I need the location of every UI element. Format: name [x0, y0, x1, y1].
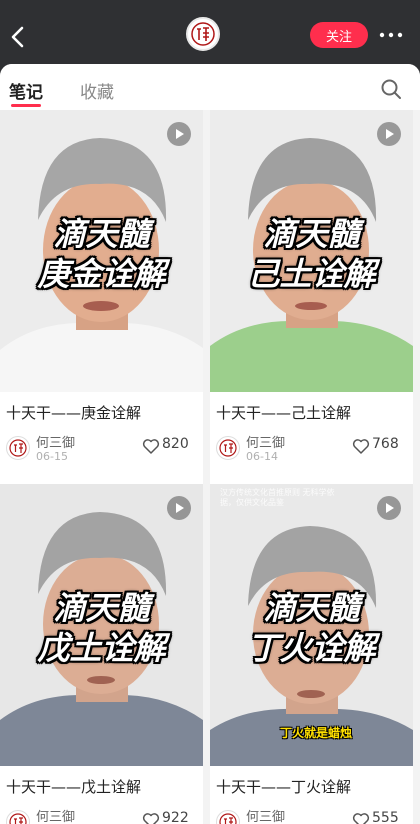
heart-icon[interactable] — [142, 812, 160, 824]
thumbnail-caption-line1: 滴天髓 — [53, 589, 150, 627]
author-avatar[interactable] — [216, 436, 240, 460]
video-thumbnail[interactable]: 汉方传统文化首推原则 无科学依据，仅供文化品鉴 滴天髓 丁火诠解 丁火就是蜡烛 — [210, 484, 413, 766]
note-card[interactable]: 滴天髓 己土诠解 十天干——己土诠解 何三御 06-14 768 — [210, 110, 413, 484]
heart-icon[interactable] — [352, 438, 370, 454]
like-count: 768 — [372, 436, 399, 452]
video-play-icon — [167, 122, 191, 146]
note-title[interactable]: 十天干——丁火诠解 — [216, 776, 351, 797]
tab-bar: 笔记 收藏 — [0, 64, 420, 110]
more-dots-icon[interactable] — [378, 26, 404, 44]
author-name[interactable]: 何三御 — [36, 806, 75, 824]
top-bar: 关注 — [0, 0, 420, 70]
content-sheet: 笔记 收藏 滴天髓 庚金诠解 十天干——庚金诠解 何三御 06-15 820 滴… — [0, 64, 420, 824]
follow-button[interactable]: 关注 — [310, 22, 368, 48]
video-play-icon — [167, 496, 191, 520]
video-thumbnail[interactable]: 滴天髓 己土诠解 — [210, 110, 413, 392]
video-thumbnail[interactable]: 滴天髓 戊土诠解 — [0, 484, 203, 766]
thumbnail-caption-line1: 滴天髓 — [53, 215, 150, 253]
note-title[interactable]: 十天干——戊土诠解 — [6, 776, 141, 797]
post-date: 06-14 — [246, 450, 278, 463]
thumbnail-caption-line2: 庚金诠解 — [37, 255, 166, 293]
author-name[interactable]: 何三御 — [36, 432, 75, 451]
video-thumbnail[interactable]: 滴天髓 庚金诠解 — [0, 110, 203, 392]
thumbnail-caption-line1: 滴天髓 — [263, 589, 360, 627]
profile-seal-icon — [191, 22, 215, 46]
thumbnail-caption-line2: 戊土诠解 — [37, 629, 166, 667]
like-count: 555 — [372, 810, 399, 824]
heart-icon[interactable] — [352, 812, 370, 824]
video-play-icon — [377, 496, 401, 520]
like-count: 820 — [162, 436, 189, 452]
profile-seal-icon — [219, 439, 237, 457]
active-tab-indicator — [11, 104, 41, 107]
note-card[interactable]: 滴天髓 戊土诠解 十天干——戊土诠解 何三御 922 — [0, 484, 203, 824]
tab-favorites[interactable]: 收藏 — [80, 78, 114, 103]
profile-seal-icon — [219, 813, 237, 824]
thumbnail-disclaimer: 汉方传统文化首推原则 无科学依据，仅供文化品鉴 — [220, 488, 335, 507]
thumbnail-caption-line2: 丁火诠解 — [247, 629, 376, 667]
profile-seal-icon — [9, 813, 27, 824]
profile-avatar[interactable] — [186, 17, 220, 51]
post-date: 06-15 — [36, 450, 68, 463]
note-title[interactable]: 十天干——己土诠解 — [216, 402, 351, 423]
author-avatar[interactable] — [6, 810, 30, 824]
video-play-icon — [377, 122, 401, 146]
note-card[interactable]: 滴天髓 庚金诠解 十天干——庚金诠解 何三御 06-15 820 — [0, 110, 203, 484]
tab-notes[interactable]: 笔记 — [9, 78, 43, 103]
search-icon[interactable] — [380, 78, 402, 100]
author-avatar[interactable] — [216, 810, 240, 824]
heart-icon[interactable] — [142, 438, 160, 454]
note-title[interactable]: 十天干——庚金诠解 — [6, 402, 141, 423]
author-name[interactable]: 何三御 — [246, 806, 285, 824]
chevron-left-icon[interactable] — [4, 22, 34, 52]
author-avatar[interactable] — [6, 436, 30, 460]
profile-seal-icon — [9, 439, 27, 457]
author-name[interactable]: 何三御 — [246, 432, 285, 451]
thumbnail-caption-line1: 滴天髓 — [263, 215, 360, 253]
thumbnail-caption-line2: 己土诠解 — [247, 255, 376, 293]
note-card[interactable]: 汉方传统文化首推原则 无科学依据，仅供文化品鉴 滴天髓 丁火诠解 丁火就是蜡烛 … — [210, 484, 413, 824]
like-count: 922 — [162, 810, 189, 824]
video-subtitle: 丁火就是蜡烛 — [280, 726, 353, 740]
